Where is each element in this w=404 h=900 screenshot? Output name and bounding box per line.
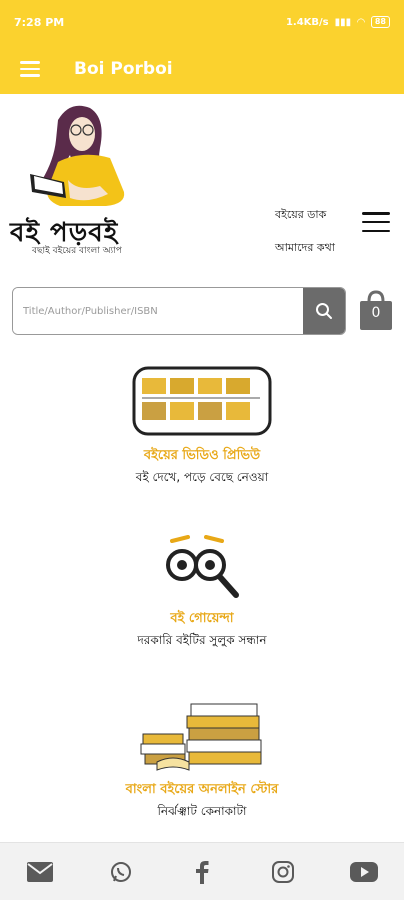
link-about-us[interactable]: আমাদের কথা bbox=[275, 239, 355, 258]
battery-icon: 88 bbox=[370, 16, 390, 28]
cart-button[interactable]: 0 bbox=[358, 289, 394, 331]
feature-title: বাংলা বইয়ের অনলাইন স্টোর bbox=[125, 782, 279, 797]
feature-online-store[interactable]: বাংলা বইয়ের অনলাইন স্টোর নির্ঝঞ্ঝাট কেন… bbox=[0, 700, 404, 823]
phone-books-icon bbox=[132, 366, 272, 436]
mail-icon[interactable] bbox=[20, 852, 60, 892]
feature-title: বইয়ের ভিডিও প্রিভিউ bbox=[143, 448, 261, 463]
feature-subtitle: বই দেখে, পড়ে বেছে নেওয়া bbox=[135, 470, 269, 484]
search-button[interactable] bbox=[303, 288, 345, 334]
wifi-icon: ◠ bbox=[357, 16, 365, 28]
status-time: 7:28 PM bbox=[14, 15, 65, 29]
feature-video-preview[interactable]: বইয়ের ভিডিও প্রিভিউ বই দেখে, পড়ে বেছে … bbox=[0, 366, 404, 489]
brand-tagline: বছাই বইয়ের বাংলা অ্যাপ bbox=[32, 246, 122, 256]
detective-eyes-icon bbox=[166, 535, 239, 598]
app-bar: Boi Porboi bbox=[0, 44, 404, 94]
signal-icon: ▮▮▮ bbox=[334, 16, 352, 28]
book-stack-icon bbox=[140, 703, 262, 771]
app-title: Boi Porboi bbox=[74, 59, 173, 79]
social-bar bbox=[0, 842, 404, 900]
instagram-icon[interactable] bbox=[263, 852, 303, 892]
search-icon bbox=[316, 303, 332, 319]
drawer-menu-button[interactable] bbox=[0, 44, 60, 94]
whatsapp-icon[interactable] bbox=[101, 852, 141, 892]
search-input[interactable] bbox=[13, 288, 303, 334]
hamburger-menu-icon[interactable] bbox=[362, 212, 390, 232]
feature-subtitle: দরকারি বইটির সুলুক সন্ধান bbox=[137, 633, 267, 647]
network-speed: 1.4KB/s bbox=[285, 16, 329, 28]
feature-book-detective[interactable]: বই গোয়েন্দা দরকারি বইটির সুলুক সন্ধান bbox=[0, 535, 404, 652]
facebook-icon[interactable] bbox=[182, 852, 222, 892]
cart-count: 0 bbox=[371, 305, 381, 321]
top-links: বইয়ের ডাক আমাদের কথা bbox=[275, 206, 355, 272]
feature-subtitle: নির্ঝঞ্ঝাট কেনাকাটা bbox=[157, 804, 247, 818]
status-icons: 1.4KB/s ▮▮▮ ◠ 88 bbox=[286, 16, 390, 28]
status-bar: 7:28 PM 1.4KB/s ▮▮▮ ◠ 88 bbox=[0, 0, 404, 44]
youtube-icon[interactable] bbox=[344, 852, 384, 892]
feature-title: বই গোয়েন্দা bbox=[170, 611, 234, 626]
search-box bbox=[12, 287, 346, 335]
link-book-post[interactable]: বইয়ের ডাক bbox=[275, 206, 355, 225]
